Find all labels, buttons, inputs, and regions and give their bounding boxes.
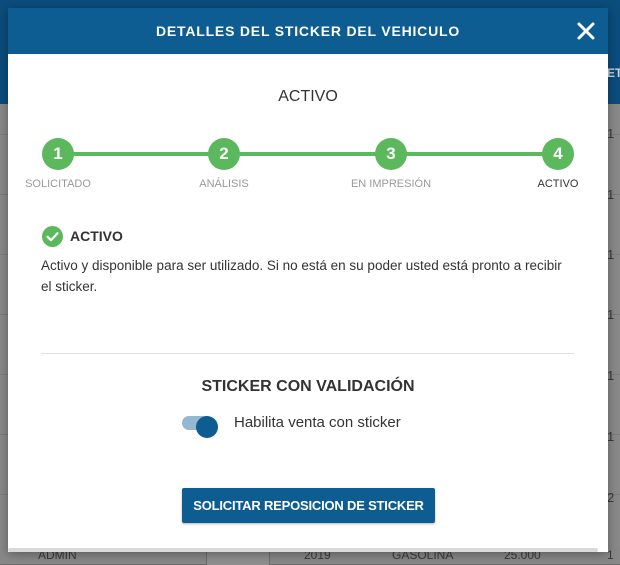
close-icon[interactable] (574, 19, 598, 43)
request-sticker-replacement-button[interactable]: SOLICITAR REPOSICION DE STICKER (182, 488, 435, 523)
check-circle-icon (42, 226, 63, 247)
background-cell: 1 (607, 429, 615, 444)
horizontal-scrollbar[interactable] (8, 548, 598, 552)
current-status-label: ACTIVO (70, 228, 123, 244)
step-2-label: ANÁLISIS (199, 178, 249, 190)
background-cell: 1 (607, 368, 615, 383)
status-description: Activo y disponible para ser utilizado. … (41, 258, 562, 294)
validation-section-title: STICKER CON VALIDACIÓN (201, 378, 415, 395)
toggle-knob[interactable] (196, 416, 218, 438)
section-divider (41, 353, 574, 354)
modal-title: DETALLES DEL STICKER DEL VEHICULO (155, 23, 461, 39)
step-1-label: SOLICITADO (25, 178, 91, 190)
status-heading: ACTIVO (278, 88, 338, 105)
step-4-circle: 4 (542, 138, 574, 170)
step-2-circle: 2 (208, 138, 240, 170)
background-cell-trail: 1 (607, 548, 614, 562)
background-cell: 1 (607, 247, 615, 262)
stepper-progress-line (58, 152, 558, 156)
sale-with-sticker-toggle[interactable] (182, 416, 218, 438)
modal-header: DETALLES DEL STICKER DEL VEHICULO (8, 8, 608, 54)
sticker-details-modal: DETALLES DEL STICKER DEL VEHICULO ACTIVO… (8, 8, 608, 552)
sale-with-sticker-toggle-label: Habilita venta con sticker (234, 414, 401, 431)
step-4-label: ACTIVO (537, 178, 579, 190)
step-3-label: EN IMPRESIÓN (350, 178, 432, 190)
background-cell: 1 (607, 187, 615, 202)
step-1-circle: 1 (42, 138, 74, 170)
step-3-circle: 3 (375, 138, 407, 170)
background-header-fragment: ET (607, 66, 620, 80)
status-stepper: 1 SOLICITADO 2 ANÁLISIS 3 EN IMPRESIÓN 4… (8, 138, 608, 198)
background-cell: 1 (607, 307, 615, 322)
background-cell: 2 (607, 490, 615, 505)
background-cell: 1 (607, 126, 615, 141)
sale-with-sticker-toggle-row: Habilita venta con sticker (182, 412, 442, 438)
